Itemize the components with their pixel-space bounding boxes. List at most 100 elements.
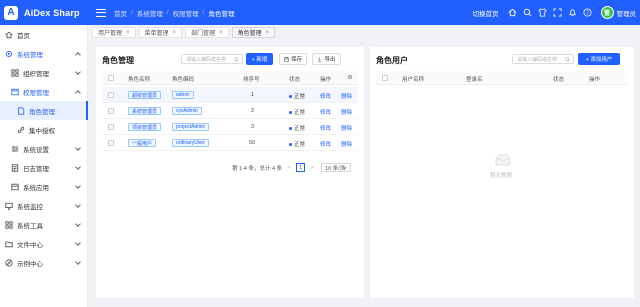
panel-title: 角色用户: [376, 56, 408, 65]
close-icon[interactable]: ×: [219, 30, 223, 36]
sidebar-item-system-monitor[interactable]: 系统监控: [0, 196, 88, 215]
row-checkbox[interactable]: [108, 124, 114, 130]
chevron-down-icon: [75, 183, 81, 189]
logo[interactable]: A AiDex Sharp: [0, 0, 88, 25]
status-badge: 正常: [289, 92, 305, 100]
home-icon[interactable]: [508, 8, 517, 17]
sidebar-item-system-apps[interactable]: 系统应用: [0, 177, 88, 196]
column-header: 操作: [320, 77, 332, 83]
status-badge: 正常: [289, 140, 305, 148]
notification-bell-icon[interactable]: [568, 8, 577, 17]
sidebar-item-permission-management[interactable]: 权限管理: [0, 82, 88, 101]
edit-link[interactable]: 修改: [320, 108, 331, 116]
role-code-tag: ordinaryUser: [172, 139, 209, 147]
user-avatar[interactable]: 管: [600, 6, 614, 19]
close-icon[interactable]: ×: [173, 30, 177, 36]
user-search-input[interactable]: 请输入编码或名称: [512, 54, 574, 64]
sidebar-item-label: 示例中心: [17, 260, 43, 268]
role-users-panel: 角色用户 请输入编码或名称 + 添加用户 用户名称 登录名 状态 操作 暂无数据: [370, 47, 634, 298]
search-icon[interactable]: [565, 57, 570, 62]
status-badge: 正常: [289, 124, 305, 132]
page-size-select[interactable]: 10 条/页: [321, 163, 352, 172]
delete-link[interactable]: 删除: [341, 108, 352, 116]
row-checkbox[interactable]: [108, 140, 114, 146]
table-row[interactable]: 项目管理员 projectAdmin 3 正常 修改 删除: [102, 119, 358, 135]
window-icon: [11, 88, 19, 96]
row-checkbox[interactable]: [108, 108, 114, 114]
prev-page-button[interactable]: <: [286, 165, 292, 171]
column-settings-icon[interactable]: [347, 74, 353, 80]
select-all-checkbox[interactable]: [382, 75, 388, 81]
edit-link[interactable]: 修改: [320, 140, 331, 148]
monitor-icon: [5, 202, 13, 210]
breadcrumb-item-permission[interactable]: 权限管理: [173, 8, 199, 18]
empty-box-icon: [495, 154, 511, 166]
tab-menu-management[interactable]: 菜单管理 ×: [138, 27, 183, 38]
table-row[interactable]: 系统管理员 sysAdmin 2 正常 修改 删除: [102, 103, 358, 119]
edit-link[interactable]: 修改: [320, 92, 331, 100]
sidebar-item-role-management[interactable]: 角色管理: [0, 101, 88, 120]
column-header: 角色名称: [128, 77, 151, 83]
search-icon[interactable]: [523, 8, 532, 17]
chevron-down-icon: [75, 259, 81, 265]
save-button[interactable]: 保存: [279, 53, 307, 65]
table-row[interactable]: 超级管理员 admin 1 正常 修改 删除: [102, 87, 358, 103]
sort-value: 3: [251, 124, 255, 130]
logo-mark: A: [4, 5, 18, 20]
breadcrumb-item-system[interactable]: 系统管理: [137, 8, 163, 18]
role-search-input[interactable]: 请输入编码或名称: [181, 54, 243, 64]
add-role-button[interactable]: + 新增: [246, 53, 273, 65]
fullscreen-icon[interactable]: [552, 8, 562, 17]
tab-bar: 用户管理 × 菜单管理 × 部门管理 × 角色管理 ×: [92, 27, 278, 39]
delete-link[interactable]: 删除: [341, 124, 352, 132]
close-icon[interactable]: ×: [266, 30, 270, 36]
sidebar-item-log-management[interactable]: 日志管理: [0, 158, 88, 177]
sidebar-item-org-management[interactable]: 组织管理: [0, 63, 88, 82]
add-user-button[interactable]: + 添加用户: [578, 53, 620, 65]
tab-dept-management[interactable]: 部门管理 ×: [185, 27, 229, 38]
edit-link[interactable]: 修改: [320, 124, 331, 132]
sidebar-item-system-settings[interactable]: 系统设置: [0, 139, 88, 158]
delete-link[interactable]: 删除: [341, 140, 352, 148]
sidebar-item-home[interactable]: 首页: [0, 25, 88, 44]
sidebar-item-label: 组织管理: [23, 70, 49, 78]
status-badge: 正常: [289, 108, 305, 116]
sidebar-item-label: 集中授权: [29, 127, 55, 135]
row-checkbox[interactable]: [108, 92, 114, 98]
tab-role-management[interactable]: 角色管理 ×: [231, 27, 276, 38]
sidebar-item-label: 权限管理: [23, 89, 49, 97]
menu-collapse-icon[interactable]: [96, 8, 106, 17]
table-row[interactable]: 一般用户 ordinaryUser 50 正常 修改 删除: [102, 135, 358, 151]
sidebar-item-system-tools[interactable]: 系统工具: [0, 215, 88, 234]
next-page-button[interactable]: >: [309, 165, 315, 171]
role-name-tag: 项目管理员: [128, 123, 162, 131]
chevron-down-icon: [75, 69, 81, 75]
switch-home-link[interactable]: 切换首页: [473, 8, 499, 18]
sidebar-item-label: 系统应用: [23, 184, 49, 192]
select-all-checkbox[interactable]: [108, 75, 114, 81]
close-icon[interactable]: ×: [126, 30, 130, 36]
tab-user-management[interactable]: 用户管理 ×: [92, 27, 136, 38]
theme-icon[interactable]: [537, 8, 547, 17]
download-icon: [318, 57, 322, 62]
sidebar-item-label: 系统工具: [17, 222, 43, 230]
page-number-button[interactable]: 1: [296, 163, 306, 172]
sidebar-item-centralized-auth[interactable]: 集中授权: [0, 120, 88, 139]
search-icon[interactable]: [234, 57, 239, 62]
sidebar-item-label: 系统监控: [17, 203, 43, 211]
settings-icon: [11, 145, 19, 153]
delete-link[interactable]: 删除: [341, 92, 352, 100]
export-button[interactable]: 导出: [312, 53, 341, 65]
pagination-summary: 第 1-4 条，总计 4 条: [232, 165, 283, 172]
role-table-header: 角色名称 角色编码 排序号 状态 操作: [102, 71, 358, 85]
top-header: A AiDex Sharp 首页 / 系统管理 / 权限管理 / 角色管理 切换首页 …: [0, 0, 640, 25]
username-label[interactable]: 管理员: [617, 8, 637, 18]
sidebar-item-example-center[interactable]: 示例中心: [0, 253, 88, 272]
sidebar-item-file-center[interactable]: 文件中心: [0, 234, 88, 253]
sidebar-item-system-management[interactable]: 系统管理: [0, 44, 88, 63]
breadcrumb-item-home[interactable]: 首页: [114, 8, 127, 18]
help-icon[interactable]: ?: [582, 8, 592, 17]
empty-state: 暂无数据: [490, 153, 516, 179]
chevron-down-icon: [75, 240, 81, 246]
svg-text:?: ?: [586, 10, 589, 16]
